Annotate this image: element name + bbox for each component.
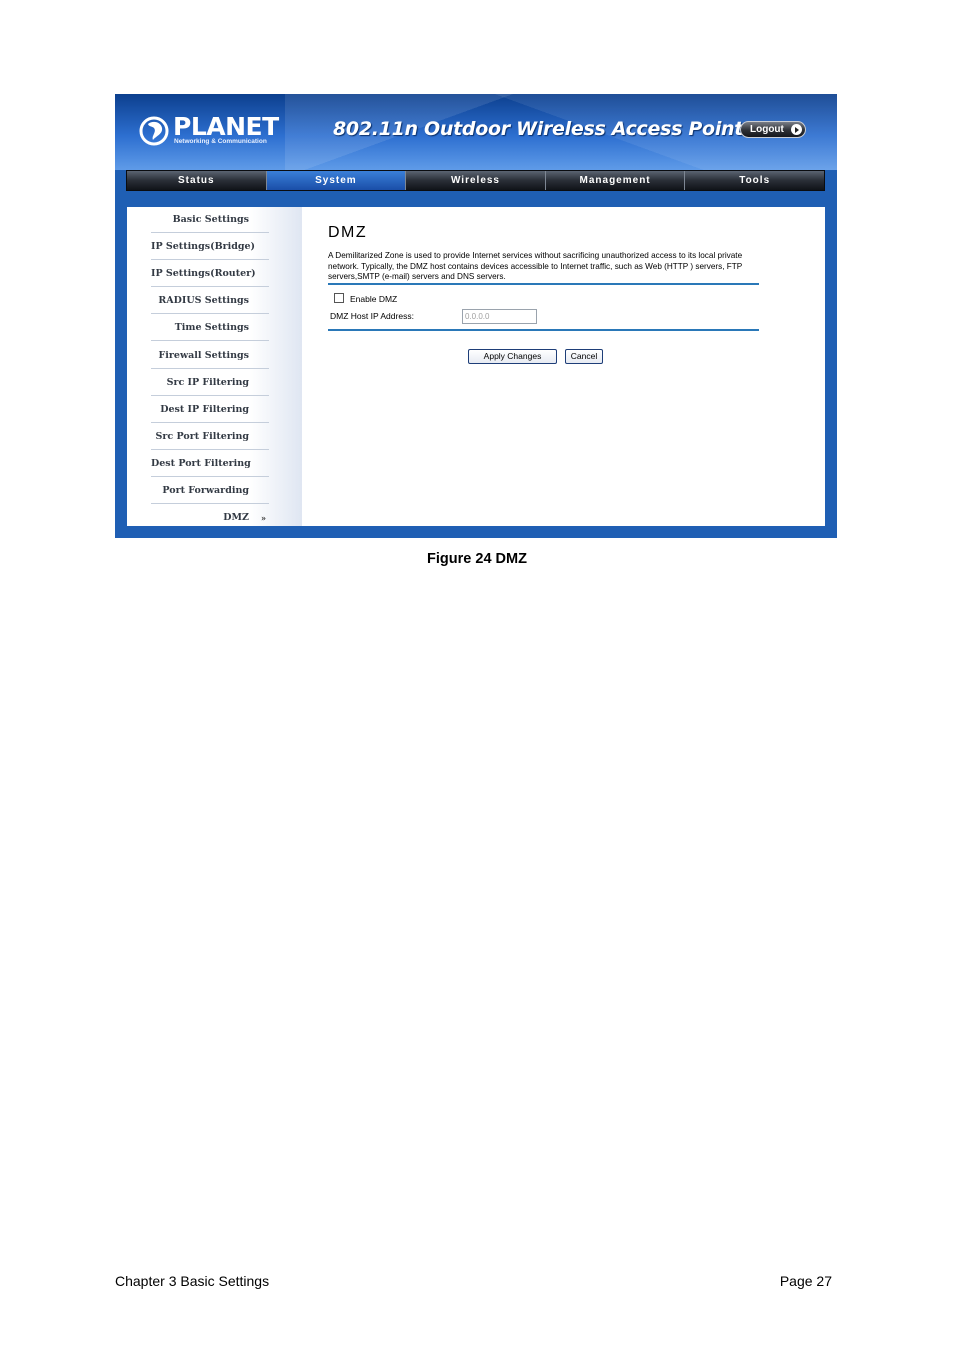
sidebar-item-radius-settings[interactable]: RADIUS Settings <box>151 288 269 314</box>
dmz-host-ip-input[interactable]: 0.0.0.0 <box>462 309 537 324</box>
sidebar-item-dest-port-filtering[interactable]: Dest Port Filtering <box>151 451 269 477</box>
enable-dmz-row: Enable DMZ <box>334 293 397 305</box>
sidebar-item-port-forwarding[interactable]: Port Forwarding <box>151 478 269 504</box>
sidebar: Basic Settings IP Settings(Bridge) IP Se… <box>127 207 302 526</box>
divider-bottom <box>328 329 759 331</box>
logo-wordmark: PLANET <box>173 112 279 141</box>
divider-top <box>328 283 759 285</box>
sidebar-item-ip-settings-bridge[interactable]: IP Settings(Bridge) <box>151 234 269 260</box>
tab-status[interactable]: Status <box>127 171 267 190</box>
tab-wireless[interactable]: Wireless <box>406 171 546 190</box>
logo-tagline: Networking & Communication <box>174 138 267 145</box>
apply-changes-button[interactable]: Apply Changes <box>468 349 557 364</box>
planet-logo-icon <box>139 116 169 146</box>
enable-dmz-label: Enable DMZ <box>350 294 398 304</box>
footer-chapter: Chapter 3 Basic Settings <box>115 1273 270 1289</box>
dmz-host-ip-label: DMZ Host IP Address: <box>330 311 414 321</box>
sidebar-item-src-ip-filtering[interactable]: Src IP Filtering <box>151 370 269 396</box>
main-content: DMZ A Demilitarized Zone is used to prov… <box>302 207 825 526</box>
cancel-button[interactable]: Cancel <box>565 349 603 364</box>
router-ui-screenshot: PLANET Networking & Communication 802.11… <box>115 94 837 538</box>
content-panel: Basic Settings IP Settings(Bridge) IP Se… <box>127 207 825 526</box>
tab-tools[interactable]: Tools <box>685 171 824 190</box>
sidebar-item-dest-ip-filtering[interactable]: Dest IP Filtering <box>151 397 269 423</box>
planet-logo: PLANET Networking & Communication <box>139 112 279 150</box>
figure-caption: Figure 24 DMZ <box>427 551 527 567</box>
sidebar-item-firewall-settings[interactable]: Firewall Settings <box>151 343 269 369</box>
header-banner: PLANET Networking & Communication 802.11… <box>115 94 837 170</box>
footer-page-number: Page 27 <box>779 1273 832 1289</box>
dmz-description: A Demilitarized Zone is used to provide … <box>328 251 743 281</box>
logout-button[interactable]: Logout <box>740 121 806 138</box>
tab-system[interactable]: System <box>266 171 407 190</box>
arrow-right-icon <box>791 124 802 135</box>
sidebar-item-ip-settings-router[interactable]: IP Settings(Router) <box>151 261 269 287</box>
main-nav: Status System Wireless Management Tools <box>126 170 825 191</box>
sidebar-item-dmz[interactable]: DMZ » <box>151 505 269 531</box>
enable-dmz-checkbox[interactable] <box>334 293 344 303</box>
sidebar-item-basic-settings[interactable]: Basic Settings <box>151 207 269 233</box>
double-chevron-right-icon: » <box>261 513 266 523</box>
sidebar-item-dmz-label: DMZ <box>223 512 249 523</box>
sidebar-item-time-settings[interactable]: Time Settings <box>151 315 269 341</box>
sidebar-item-src-port-filtering[interactable]: Src Port Filtering <box>151 424 269 450</box>
tab-management[interactable]: Management <box>546 171 686 190</box>
logout-label: Logout <box>750 124 784 135</box>
product-title: 802.11n Outdoor Wireless Access Point <box>333 118 744 140</box>
page-title: DMZ <box>328 224 368 241</box>
